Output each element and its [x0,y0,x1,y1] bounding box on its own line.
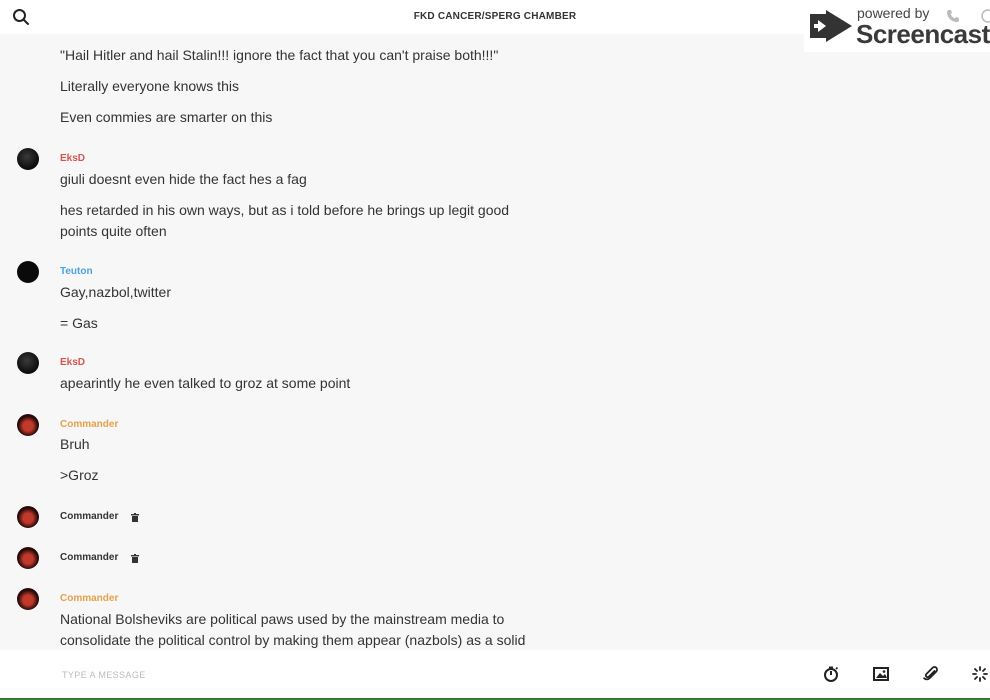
avatar[interactable] [17,261,39,283]
message-author[interactable]: Teuton [60,266,93,278]
message-text: giuli doesnt even hide the fact hes a fa… [60,171,307,187]
message-text: = Gas [60,315,98,331]
timer-icon[interactable] [823,666,839,682]
message-text: Gay,nazbol,twitter [60,284,172,300]
message-author[interactable]: EksD [60,357,85,369]
avatar[interactable] [17,414,39,436]
message-text: Even commies are smarter on this [60,109,273,125]
message-text: >Groz [60,467,99,483]
image-icon[interactable] [873,666,889,682]
avatar[interactable] [17,352,39,374]
message-composer [0,650,990,700]
message-text: "Hail Hitler and hail Stalin!!! ignore t… [60,47,499,63]
phone-icon[interactable] [946,9,960,23]
message-author[interactable]: Commander [60,593,118,605]
message-text: Bruh [60,436,90,452]
message-author[interactable]: EksD [60,153,85,165]
info-icon[interactable] [980,8,990,24]
message-author[interactable]: Commander [60,552,118,564]
message-text: National Bolsheviks are political paws u… [60,611,505,627]
message-text: hes retarded in his own ways, but as i t… [60,202,510,218]
avatar[interactable] [17,547,39,569]
avatar[interactable] [17,506,39,528]
sparkle-icon[interactable] [972,666,988,682]
message-author[interactable]: Commander [60,419,118,431]
message-list[interactable]: "Hail Hitler and hail Stalin!!! ignore t… [0,34,990,650]
avatar[interactable] [17,588,39,610]
message-text: Literally everyone knows this [60,78,239,94]
message-text: consolidate the political control by mak… [60,632,526,648]
paperclip-icon[interactable] [923,666,939,682]
message-text: points quite often [60,223,167,239]
message-author[interactable]: Commander [60,511,118,523]
avatar[interactable] [17,148,39,170]
message-text: apearintly he even talked to groz at som… [60,375,351,391]
trash-icon [131,513,139,522]
message-input[interactable] [60,664,624,686]
trash-icon [131,554,139,563]
